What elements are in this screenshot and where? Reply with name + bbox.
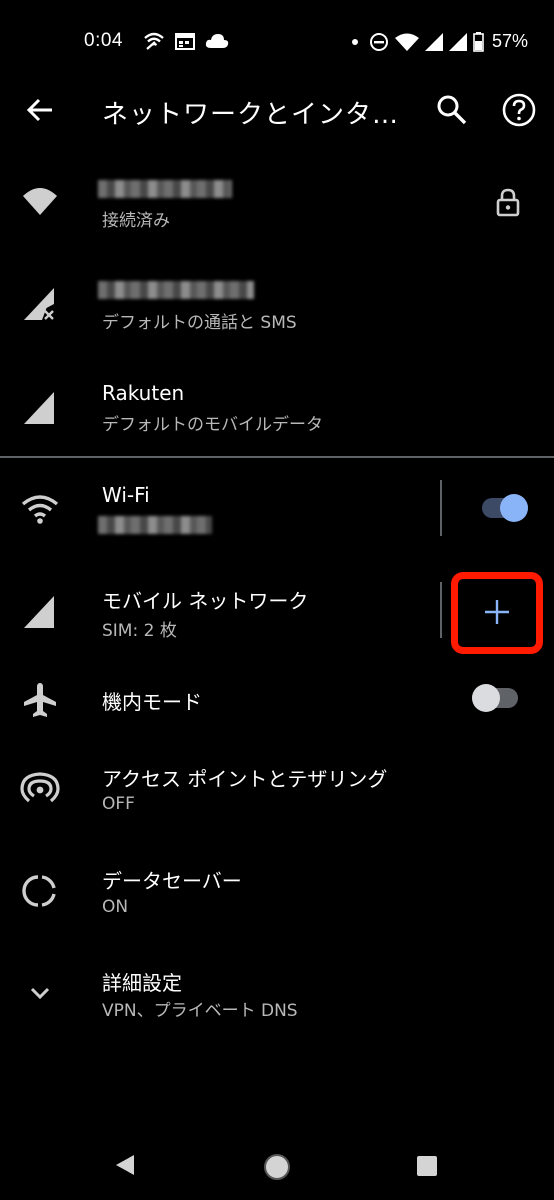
status-bar: 0:04 57% [0,0,554,88]
wifi-divider [440,480,442,536]
help-icon[interactable] [500,91,538,129]
section-divider [0,456,554,458]
airplane-toggle-knob [472,684,500,712]
airplane-mode-item[interactable]: 機内モード [0,676,554,726]
sim-card-subtitle: デフォルトの通話と SMS [102,313,297,333]
do-not-disturb-icon [369,32,388,51]
signal-icon [24,392,54,424]
signal-no-service-icon [24,288,54,320]
data-saver-item[interactable]: データセーバー ON [0,862,554,932]
nav-home-icon[interactable] [262,1152,292,1182]
search-icon[interactable] [434,92,470,128]
battery-icon [473,31,484,52]
battery-percent: 57% [491,31,528,51]
add-icon[interactable] [481,596,513,628]
status-icons-right: 57% [347,31,528,52]
wifi-icon [21,495,59,524]
wifi-item[interactable]: Wi-Fi [0,478,554,558]
calendar-icon [175,33,195,50]
page-title: ネットワークとインタ… [102,100,400,130]
sim-card-item-2[interactable]: Rakuten デフォルトのモバイルデータ [0,374,554,454]
nav-recents-icon[interactable] [415,1154,439,1178]
data-saver-subtitle: ON [102,897,129,917]
status-icons-left [143,32,229,50]
toolbar: ネットワークとインタ… [0,80,554,140]
network-name-blurred [98,180,232,198]
chevron-down-icon [30,987,50,1000]
wifi-title: Wi-Fi [102,483,150,507]
hotspot-icon [20,772,60,803]
advanced-item[interactable]: 詳細設定 VPN、プライベート DNS [0,964,554,1034]
wifi-toggle[interactable] [482,494,528,522]
mobile-network-subtitle: SIM: 2 枚 [102,621,177,641]
network-status: 接続済み [102,211,170,231]
wifi-full-icon [23,188,57,215]
back-arrow-icon[interactable] [22,92,58,128]
hotspot-title: アクセス ポイントとテザリング [102,767,388,791]
sim-card-item-1[interactable]: デフォルトの通話と SMS [0,272,554,352]
signal-icon [24,596,54,628]
signal-icon [424,32,443,51]
status-time: 0:04 [84,30,123,51]
wifi-icon [394,33,419,51]
lock-icon [496,188,520,217]
sim-number-blurred [98,281,254,299]
sim-card-title: Rakuten [102,381,185,405]
dot-icon [351,38,358,45]
wifi-network-blurred [98,516,212,534]
hotspot-subtitle: OFF [102,794,135,814]
mobile-network-divider [440,582,442,638]
signal-icon [448,32,467,51]
sim-card-subtitle: デフォルトのモバイルデータ [102,415,323,435]
connected-network-item[interactable]: 接続済み [0,170,554,250]
data-saver-icon [22,875,56,907]
mobile-network-title: モバイル ネットワーク [102,589,309,613]
airplane-mode-toggle[interactable] [472,684,518,712]
wifi-toggle-knob [500,494,528,522]
advanced-title: 詳細設定 [102,971,182,995]
airplane-mode-title: 機内モード [102,690,202,714]
navigation-bar [0,1130,554,1200]
hotspot-item[interactable]: アクセス ポイントとテザリング OFF [0,760,554,830]
cloud-icon [205,34,229,48]
advanced-subtitle: VPN、プライベート DNS [102,1001,298,1021]
data-saver-title: データセーバー [102,869,242,893]
wifi-calling-icon [144,32,164,50]
nav-back-icon[interactable] [112,1152,138,1178]
airplane-icon [24,683,56,717]
